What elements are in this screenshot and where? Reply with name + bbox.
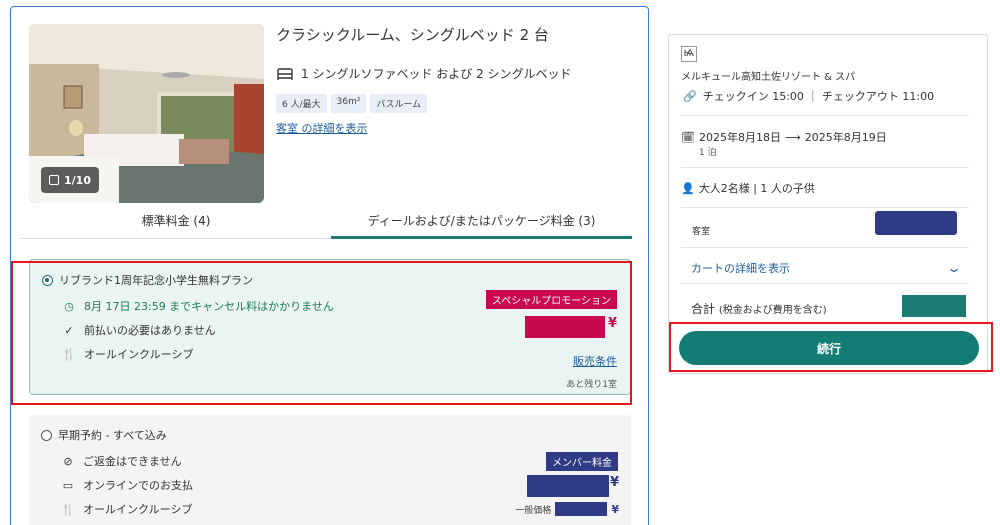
room-price-redacted	[875, 211, 957, 235]
person-icon: 👤	[681, 181, 695, 195]
tab-standard-rates[interactable]: 標準料金 (4)	[21, 207, 331, 239]
photo-counter[interactable]: 1/10	[41, 167, 99, 193]
calendar-icon: 🗓	[681, 130, 695, 144]
stay-dates: 🗓 2025年8月18日 ⟶ 2025年8月19日	[681, 130, 887, 145]
room-title: クラシックルーム、シングルベッド 2 台	[276, 26, 549, 44]
price-redacted	[527, 475, 609, 497]
chevron-down-icon[interactable]: ⌄	[946, 261, 962, 275]
bed-info: 1 シングルソファベッド および 2 シングルベッド	[277, 65, 572, 82]
feature-online-payment: ▭ オンラインでのお支払	[62, 478, 193, 493]
regular-price-redacted	[555, 502, 608, 516]
plan-name-row: 早期予約 - すべて込み	[41, 427, 167, 443]
total-label: 合計 (税金および費用を含む)	[691, 302, 827, 316]
regular-price-currency: ¥	[611, 502, 619, 516]
cart-details-link[interactable]: カートの詳細を表示	[691, 260, 790, 276]
feature-no-refund: ⊘ ご返金はできません	[61, 453, 181, 469]
gallery-icon	[49, 175, 59, 185]
total-price-redacted	[902, 295, 966, 317]
room-photo[interactable]: 1/10	[29, 24, 264, 203]
no-refund-icon: ⊘	[63, 454, 73, 468]
fork-knife-icon: 🍴	[61, 502, 75, 516]
hotel-logo: Ѩ	[681, 46, 697, 62]
divider	[681, 115, 969, 116]
divider	[681, 167, 969, 168]
highlight-box-continue	[669, 322, 993, 372]
price-currency: ¥	[609, 475, 619, 490]
tag-bathroom: バスルーム	[370, 94, 428, 113]
member-rate-badge: メンバー料金	[546, 452, 618, 471]
plan-radio[interactable]	[41, 429, 52, 441]
room-tags: 6 人/最大 36m² バスルーム	[276, 94, 428, 113]
link-icon: 🔗	[683, 89, 697, 103]
highlight-box-plan	[11, 261, 632, 405]
feature-all-inclusive: 🍴 オールインクルーシブ	[61, 502, 193, 517]
tab-deal-package-rates[interactable]: ディールおよび/またはパッケージ料金 (3)	[331, 207, 632, 239]
bed-text: 1 シングルソファベッド および 2 シングルベッド	[301, 67, 572, 81]
rate-tabs: 標準料金 (4) ディールおよび/またはパッケージ料金 (3)	[11, 207, 648, 239]
checkin-checkout: 🔗 チェックイン 15:00 ｜ チェックアウト 11:00	[683, 89, 935, 104]
room-detail-link[interactable]: 客室 の詳細を表示	[276, 120, 368, 136]
guest-count: 👤 大人2名様 | 1 人の子供	[681, 181, 815, 196]
tag-size: 36m²	[330, 94, 367, 113]
arrow-icon: ⟶	[784, 130, 801, 144]
nights-count: 1 泊	[699, 148, 717, 158]
plan-name: 早期予約 - すべて込み	[58, 429, 167, 442]
regular-price-label: 一般価格	[515, 505, 552, 516]
rate-plan-early-booking[interactable]: 早期予約 - すべて込み ⊘ ご返金はできません ▭ オンラインでのお支払 🍴 …	[29, 415, 631, 525]
divider	[681, 247, 969, 248]
regular-price: 一般価格 ¥	[515, 502, 619, 516]
total-note: (税金および費用を含む)	[718, 305, 827, 316]
divider	[681, 207, 969, 208]
tag-capacity: 6 人/最大	[276, 94, 327, 113]
hotel-name: メルキュール高知土佐リゾート & スパ	[681, 72, 856, 83]
cart-details-toggle[interactable]: カートの詳細を表示 ⌄	[691, 260, 962, 276]
room-label: 客室	[692, 227, 711, 237]
card-icon: ▭	[62, 478, 74, 492]
bed-icon	[277, 67, 293, 80]
divider	[681, 283, 969, 284]
